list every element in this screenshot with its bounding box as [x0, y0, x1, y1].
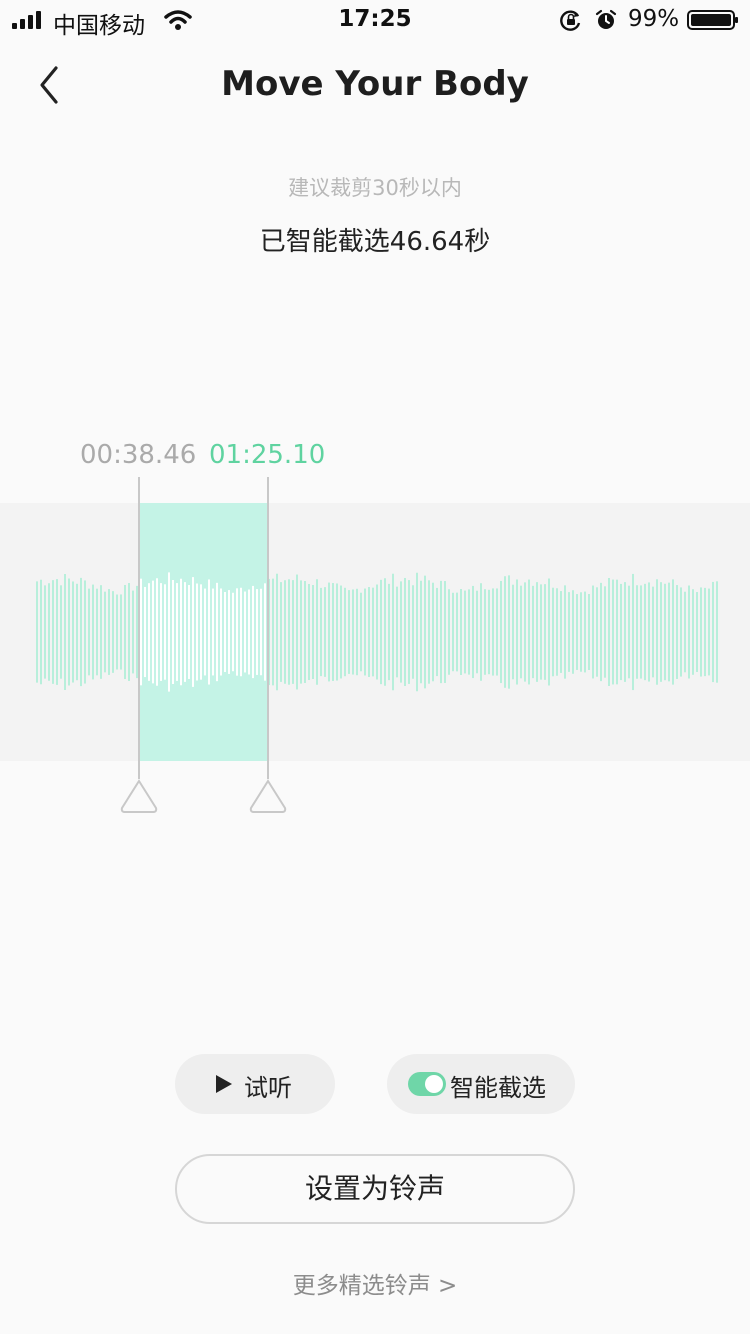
selected-duration: 已智能截选46.64秒: [259, 227, 491, 257]
more-ringtones-link[interactable]: 更多精选铃声 >: [0, 1266, 750, 1300]
battery-percent: 99%: [628, 6, 680, 32]
page-title: Move Your Body: [221, 64, 529, 104]
play-icon: [216, 1075, 232, 1093]
preview-label: 试听: [244, 1074, 292, 1102]
smart-trim-button[interactable]: 智能截选: [387, 1054, 575, 1114]
start-time-label: 00:38.46: [80, 440, 197, 470]
battery-icon: [687, 10, 738, 30]
smart-trim-label: 智能截选: [450, 1074, 546, 1102]
start-handle-line[interactable]: [138, 477, 140, 779]
alarm-icon: [595, 9, 617, 29]
toggle-knob: [425, 1075, 443, 1093]
set-ringtone-button[interactable]: 设置为铃声: [175, 1154, 575, 1224]
end-handle[interactable]: [248, 778, 288, 814]
smart-trim-toggle[interactable]: [408, 1072, 446, 1096]
end-handle-line[interactable]: [267, 477, 269, 779]
end-time-label: 01:25.10: [209, 440, 326, 470]
status-bar: 中国移动 17:25 99%: [0, 0, 750, 40]
trim-hint: 建议裁剪30秒以内: [288, 176, 462, 200]
preview-button[interactable]: 试听: [175, 1054, 335, 1114]
start-handle[interactable]: [119, 778, 159, 814]
rotation-lock-icon: [560, 10, 581, 31]
waveform: [36, 572, 718, 692]
